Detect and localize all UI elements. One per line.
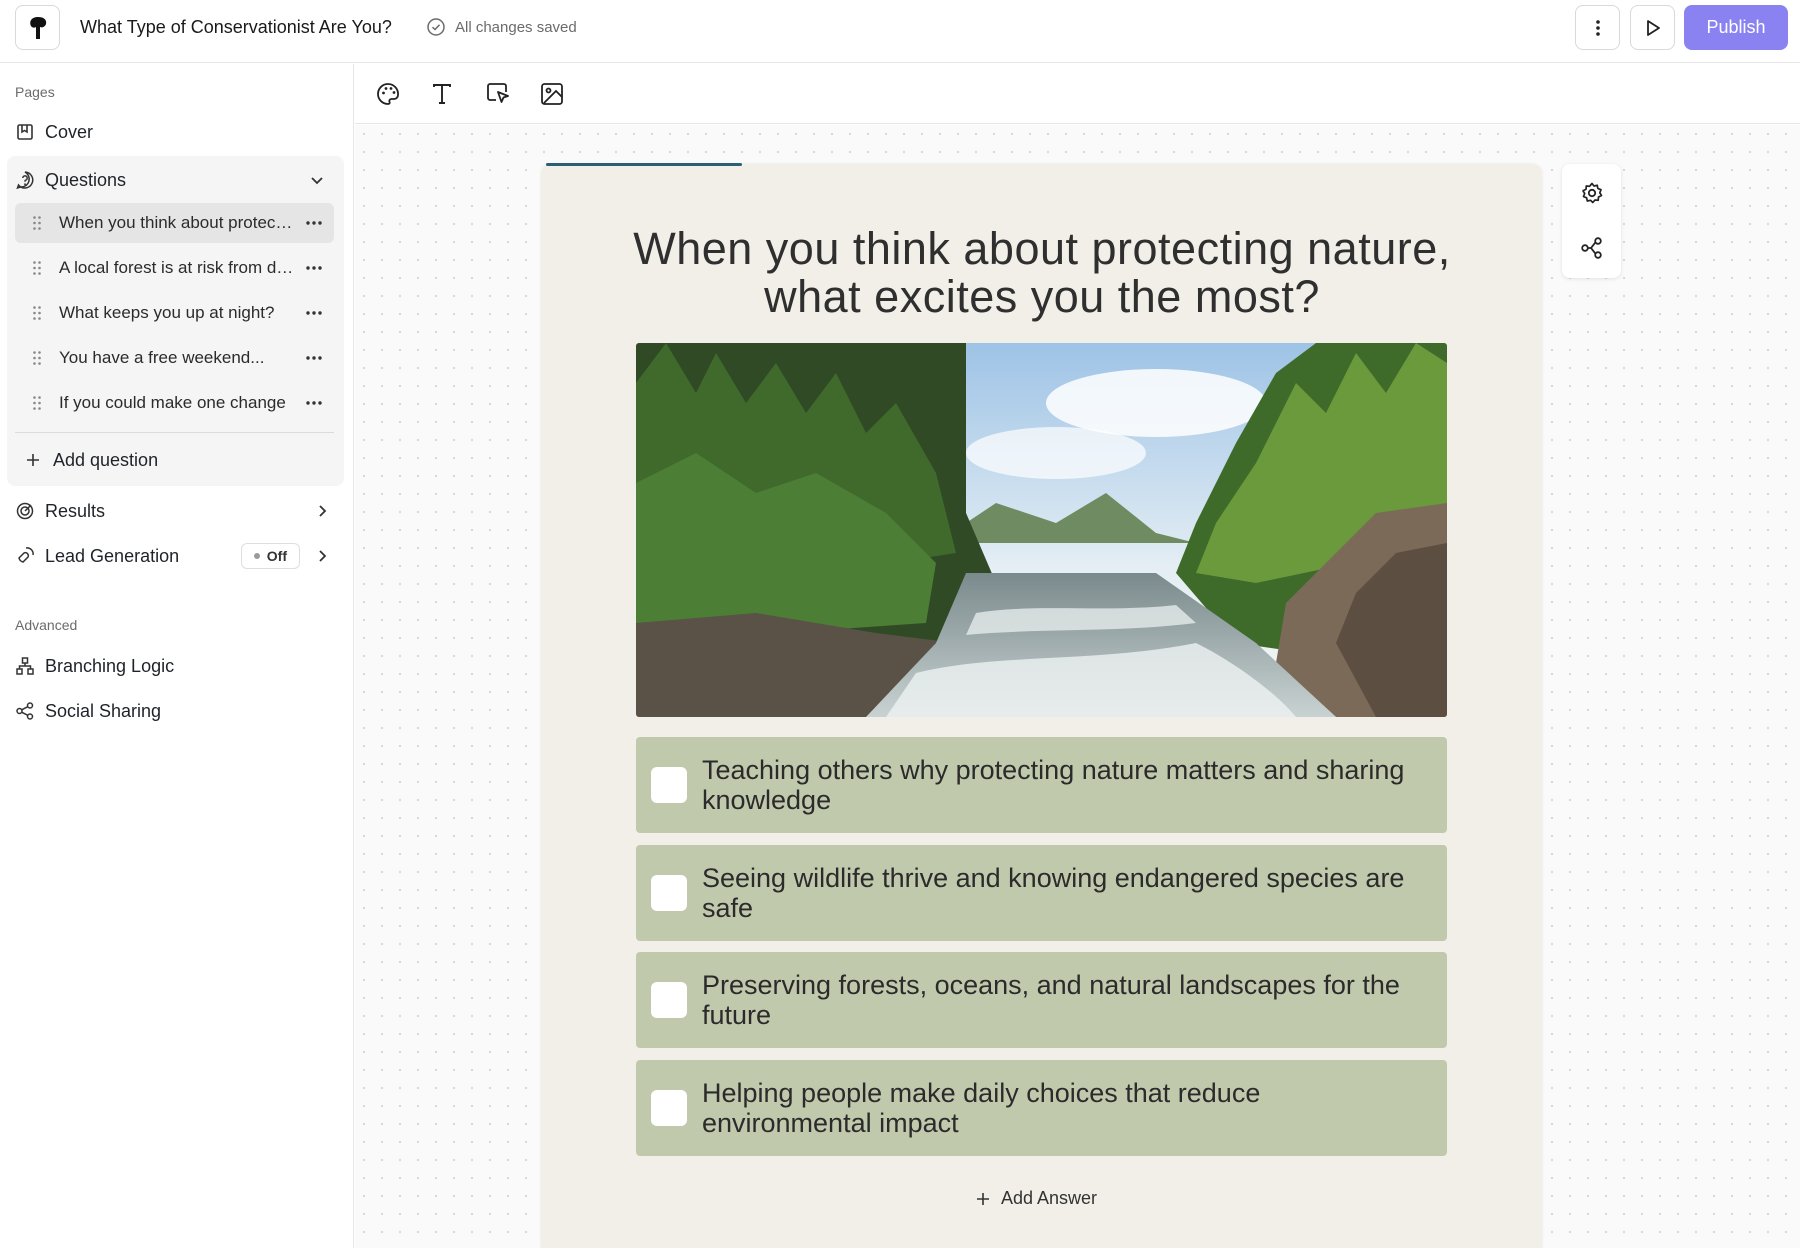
sidebar-item-label: Cover	[45, 121, 94, 142]
plus-icon	[977, 1192, 989, 1205]
card-side-tools	[1562, 164, 1621, 278]
answer-text: Preserving forests, oceans, and natural …	[702, 970, 1400, 1030]
more-horizontal-icon[interactable]	[294, 265, 334, 271]
quiz-title[interactable]: What Type of Conservationist Are You?	[80, 17, 392, 38]
save-status: All changes saved	[426, 17, 577, 37]
question-item[interactable]: If you could make one change	[15, 383, 334, 423]
play-icon	[1646, 19, 1660, 36]
more-horizontal-icon[interactable]	[294, 310, 334, 316]
palette-icon[interactable]	[372, 78, 404, 110]
question-item[interactable]: What keeps you up at night?	[15, 293, 334, 333]
drag-handle-icon[interactable]	[15, 260, 59, 276]
answer-option[interactable]: Seeing wildlife thrive and knowing endan…	[636, 845, 1447, 941]
sidebar-item-label: Results	[45, 500, 106, 521]
add-question-button[interactable]: Add question	[25, 440, 158, 480]
preview-button[interactable]	[1630, 5, 1675, 50]
drag-handle-icon[interactable]	[15, 350, 59, 366]
sidebar-item-social-sharing[interactable]: Social Sharing	[15, 693, 340, 729]
logo-icon	[29, 16, 46, 39]
sidebar-item-label: Branching Logic	[45, 655, 175, 676]
chevron-down-icon[interactable]	[307, 170, 327, 190]
top-bar: What Type of Conservationist Are You? Al…	[0, 0, 1800, 63]
sidebar-item-label: Lead Generation	[45, 545, 180, 566]
chevron-right-icon	[312, 501, 332, 521]
editor-toolbar	[355, 64, 1800, 124]
answer-checkbox[interactable]	[651, 875, 687, 911]
share-icon	[15, 701, 35, 721]
question-item-label: When you think about protecting nature, …	[59, 213, 294, 232]
status-badge-label: Off	[266, 548, 287, 564]
advanced-section-label: Advanced	[15, 617, 78, 633]
answer-option[interactable]: Preserving forests, oceans, and natural …	[636, 952, 1447, 1048]
answer-checkbox[interactable]	[651, 982, 687, 1018]
more-options-button[interactable]	[1575, 5, 1620, 50]
question-image[interactable]	[636, 343, 1447, 717]
image-icon[interactable]	[536, 78, 568, 110]
more-horizontal-icon[interactable]	[294, 355, 334, 361]
question-item[interactable]: A local forest is at risk from developme…	[15, 248, 334, 288]
save-status-text: All changes saved	[455, 18, 577, 36]
sidebar-item-label: Questions	[45, 169, 127, 190]
add-answer-button[interactable]: Add Answer	[975, 1188, 1097, 1209]
sidebar-item-label: Social Sharing	[45, 700, 162, 721]
settings-icon[interactable]	[1577, 178, 1607, 208]
publish-button[interactable]: Publish	[1684, 5, 1788, 50]
answer-text: Seeing wildlife thrive and knowing endan…	[702, 863, 1405, 923]
drag-handle-icon[interactable]	[15, 215, 59, 231]
question-item-label: A local forest is at risk from developme…	[59, 258, 294, 277]
branching-icon[interactable]	[1577, 233, 1607, 263]
drag-handle-icon[interactable]	[15, 305, 59, 321]
text-icon[interactable]	[426, 78, 458, 110]
add-question-label: Add question	[53, 449, 159, 470]
forest-river-photo	[636, 343, 1447, 717]
answer-checkbox[interactable]	[651, 1090, 687, 1126]
chevron-right-icon	[312, 546, 332, 566]
sidebar-item-questions[interactable]: Questions	[15, 162, 337, 198]
divider	[15, 432, 334, 433]
status-dot	[253, 553, 260, 559]
questions-group: Questions When you think about protectin…	[7, 156, 344, 486]
pages-section-label: Pages	[15, 84, 55, 100]
status-badge[interactable]: Off	[240, 543, 300, 569]
app-logo[interactable]	[15, 5, 60, 50]
question-item-label: What keeps you up at night?	[59, 303, 275, 322]
drag-handle-icon[interactable]	[15, 395, 59, 411]
add-answer-label: Add Answer	[1001, 1188, 1098, 1208]
answer-text: Helping people make daily choices that r…	[702, 1078, 1261, 1138]
progress-bar	[546, 163, 742, 166]
answer-checkbox[interactable]	[651, 767, 687, 803]
bookmark-page-icon	[15, 122, 35, 142]
answer-option[interactable]: Helping people make daily choices that r…	[636, 1060, 1447, 1156]
more-vertical-icon	[1595, 19, 1600, 36]
sidebar-item-results[interactable]: Results	[15, 493, 340, 529]
magnet-icon	[15, 546, 35, 566]
check-circle-icon	[427, 18, 445, 36]
question-item-label: You have a free weekend...	[59, 348, 265, 367]
question-circle-icon	[15, 170, 35, 190]
more-horizontal-icon[interactable]	[294, 400, 334, 406]
branching-icon	[15, 656, 35, 676]
plus-icon	[27, 454, 39, 466]
answer-text: Teaching others why protecting nature ma…	[702, 755, 1405, 815]
button-select-icon[interactable]	[482, 78, 514, 110]
more-horizontal-icon[interactable]	[294, 220, 334, 226]
question-title[interactable]: When you think about protecting nature, …	[592, 225, 1492, 321]
question-item[interactable]: When you think about protecting nature, …	[15, 203, 334, 243]
sidebar-item-cover[interactable]: Cover	[15, 114, 340, 150]
sidebar: Pages Cover Questions When you think abo…	[0, 64, 354, 1248]
sidebar-item-lead-generation[interactable]: Lead Generation Off	[15, 538, 340, 574]
question-item[interactable]: You have a free weekend...	[15, 338, 334, 378]
sidebar-item-branching-logic[interactable]: Branching Logic	[15, 648, 340, 684]
question-item-label: If you could make one change	[59, 393, 286, 412]
results-target-icon	[15, 501, 35, 521]
answer-option[interactable]: Teaching others why protecting nature ma…	[636, 737, 1447, 833]
